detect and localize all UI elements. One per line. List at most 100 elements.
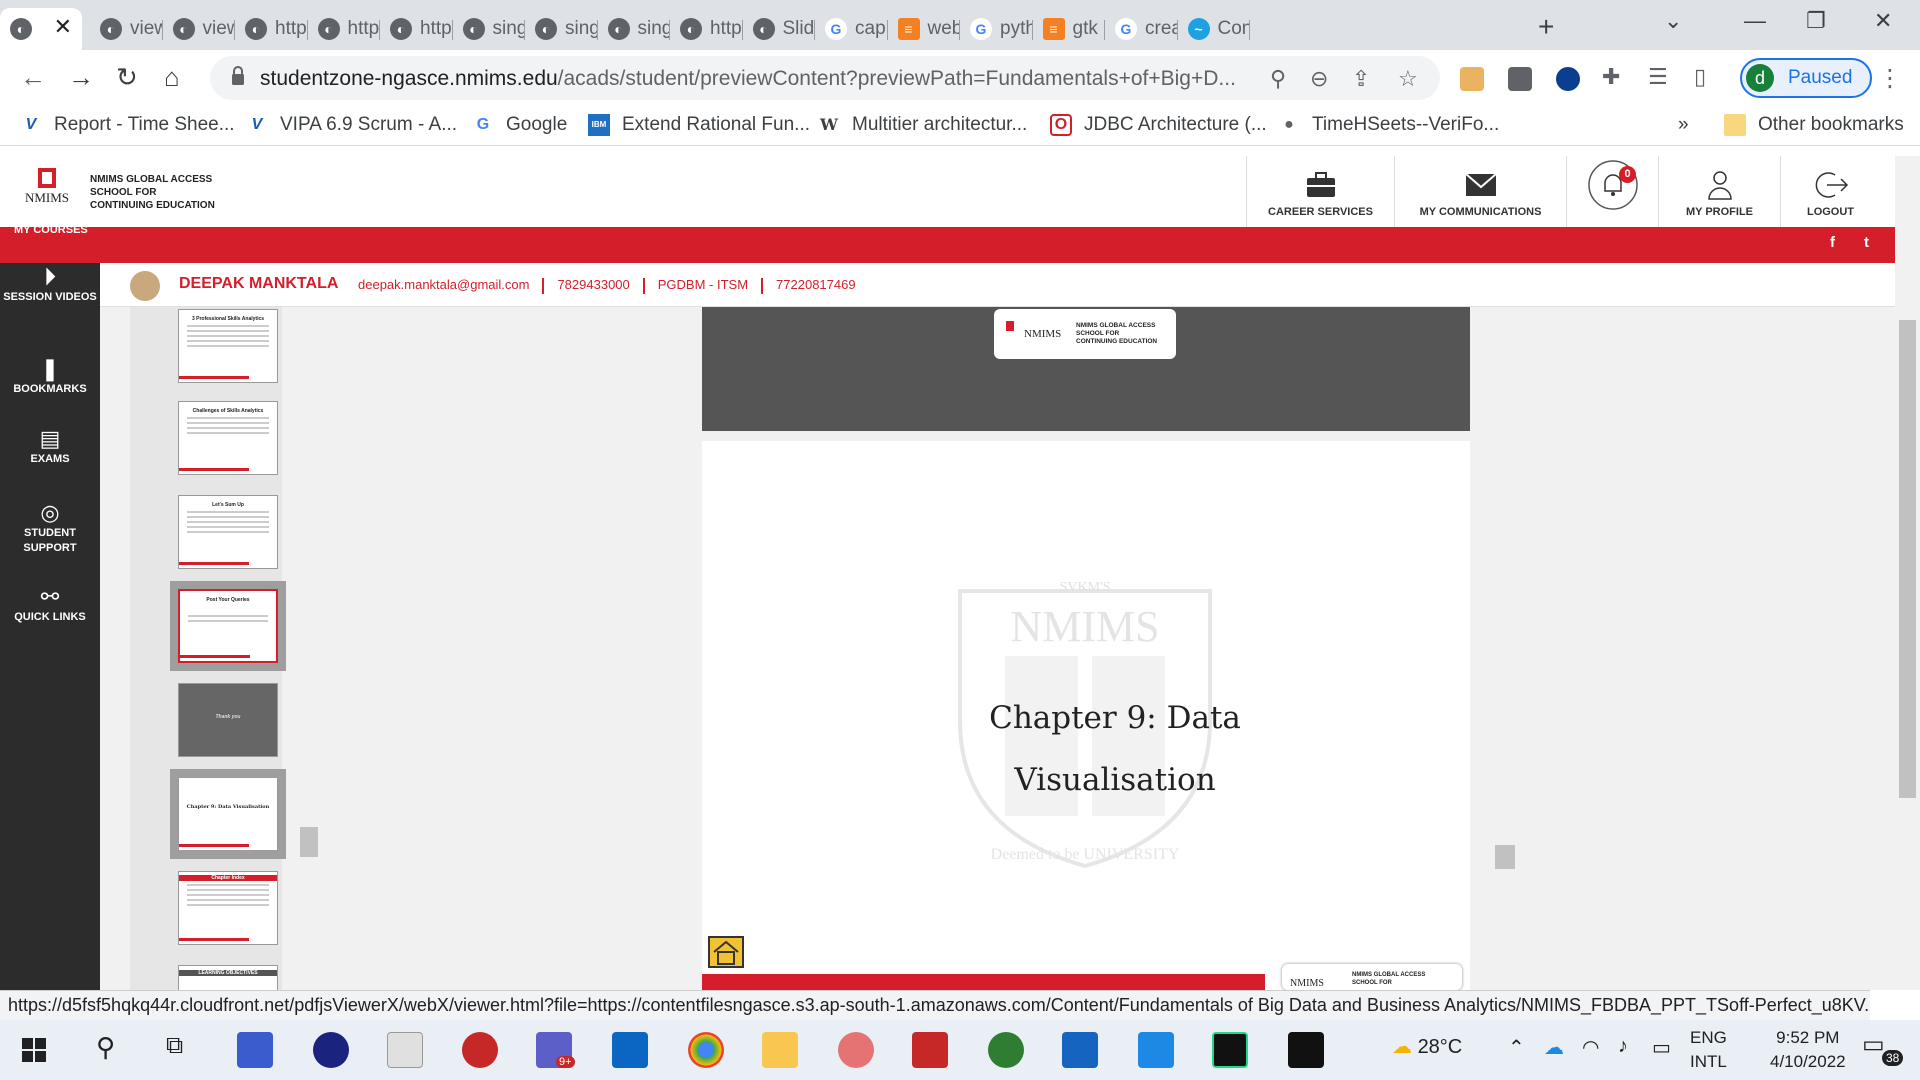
app-icon[interactable] <box>313 1032 349 1068</box>
browser-tab[interactable]: ~ Con <box>1178 8 1250 50</box>
sidebar-item-quick-links[interactable]: ⚯ QUICK LINKS <box>0 586 100 625</box>
language-indicator[interactable]: ENG INTL <box>1690 1026 1727 1074</box>
slide-thumbnail[interactable]: 3 Professional Skills Analytics <box>178 309 278 383</box>
browser-tab[interactable]: ≡ gtk <box>1033 8 1105 50</box>
chrome-icon[interactable] <box>688 1032 724 1068</box>
bookmark-item[interactable]: V Report - Time Shee... <box>20 114 235 136</box>
file-explorer-icon[interactable] <box>762 1032 798 1068</box>
bookmark-item[interactable]: G Google <box>472 114 568 136</box>
sidebar-item-bookmarks[interactable]: ❚ BOOKMARKS <box>0 358 100 397</box>
tab-search-icon[interactable]: ⌄ <box>1664 8 1682 34</box>
bookmark-star-icon[interactable]: ☆ <box>1398 66 1418 92</box>
browser-tab[interactable]: ◐ sing <box>598 8 670 50</box>
terminal-icon[interactable] <box>1288 1032 1324 1068</box>
viewer-scrollbar[interactable] <box>1495 845 1515 869</box>
slide-thumbnail[interactable]: Chapter 9: Data Visualisation <box>170 769 286 859</box>
share-icon[interactable]: ⇪ <box>1352 66 1370 92</box>
browser-tab[interactable]: ◐ sing <box>453 8 525 50</box>
browser-tab[interactable]: Gcrea <box>1105 8 1178 50</box>
close-window-button[interactable]: ✕ <box>1874 8 1892 34</box>
slide-thumbnail[interactable]: Challenges of Skills Analytics <box>178 401 278 475</box>
windows-start-icon[interactable] <box>22 1038 46 1062</box>
browser-tab[interactable]: ◐ http <box>380 8 453 50</box>
browser-tab[interactable]: ◐ http <box>670 8 743 50</box>
clock[interactable]: 9:52 PM 4/10/2022 <box>1770 1026 1846 1074</box>
side-panel-icon[interactable]: ▯ <box>1694 64 1706 90</box>
task-view-icon[interactable]: ⧉ <box>166 1032 183 1060</box>
other-bookmarks-folder[interactable]: Other bookmarks <box>1724 114 1904 136</box>
zoom-icon[interactable]: ⊖ <box>1310 66 1328 92</box>
twitter-icon[interactable]: t <box>1864 234 1869 251</box>
page-scrollbar-thumb[interactable] <box>1899 320 1916 798</box>
bookmark-item[interactable]: ● TimeHSeets--VeriFo... <box>1278 114 1499 136</box>
onedrive-icon[interactable]: ☁ <box>1544 1035 1564 1060</box>
wifi-icon[interactable]: ◠ <box>1582 1035 1599 1060</box>
media-control-icon[interactable]: ☰ <box>1648 64 1668 90</box>
extension-icon[interactable] <box>1556 67 1580 91</box>
nav-my-communications[interactable]: MY COMMUNICATIONS <box>1394 156 1566 227</box>
notification-center-icon[interactable]: ▭ <box>1862 1030 1885 1059</box>
sidebar-item-exams[interactable]: ▤ EXAMS <box>0 428 100 467</box>
globe-app-icon[interactable] <box>988 1032 1024 1068</box>
nav-my-profile[interactable]: MY PROFILE <box>1658 156 1780 227</box>
nav-career-services[interactable]: CAREER SERVICES <box>1246 156 1394 227</box>
extensions-puzzle-icon[interactable]: ✚ <box>1602 64 1620 90</box>
thumbnail-pane[interactable]: 3 Professional Skills Analytics Challeng… <box>130 307 286 1039</box>
restore-button[interactable]: ❐ <box>1806 8 1826 34</box>
new-tab-button[interactable]: + <box>1538 11 1554 43</box>
browser-tab[interactable]: ≡ web <box>888 8 960 50</box>
back-button[interactable]: ← <box>20 62 46 93</box>
home-icon[interactable] <box>708 936 744 968</box>
location-icon[interactable]: ⚲ <box>1270 66 1286 92</box>
browser-tab[interactable]: ◐ http <box>235 8 308 50</box>
nav-logout[interactable]: LOGOUT <box>1780 156 1880 227</box>
profile-button[interactable]: d Paused <box>1740 58 1872 98</box>
extension-icon[interactable] <box>1460 67 1484 91</box>
battery-icon[interactable]: ▭ <box>1652 1035 1671 1060</box>
browser-tab[interactable]: ◐ view <box>163 8 235 50</box>
slide-thumbnail[interactable]: Chapter Index <box>178 871 278 945</box>
bookmark-item[interactable]: W Multitier architectur... <box>818 114 1027 136</box>
sidebar-item-student-support[interactable]: ◎ STUDENT SUPPORT <box>0 502 100 556</box>
my-courses-link[interactable]: MY COURSES <box>14 224 88 236</box>
tab-active[interactable]: ◐ ✕ <box>0 8 82 50</box>
calculator-icon[interactable] <box>387 1032 423 1068</box>
bookmark-item[interactable]: IBM Extend Rational Fun... <box>588 114 810 136</box>
page-scrollbar[interactable] <box>1895 156 1920 990</box>
extension-icon[interactable] <box>1508 67 1532 91</box>
nav-notifications[interactable]: 0 <box>1566 156 1658 227</box>
browser-tab[interactable]: ◐ Slid <box>743 8 815 50</box>
slide-thumbnail[interactable]: Post Your Queries <box>170 581 286 671</box>
slide-thumbnail[interactable]: Let's Sum Up <box>178 495 278 569</box>
close-tab-icon[interactable]: ✕ <box>54 14 72 40</box>
bookmark-item[interactable]: O JDBC Architecture (... <box>1050 114 1267 136</box>
acrobat-icon[interactable] <box>912 1032 948 1068</box>
pycharm-icon[interactable] <box>1212 1032 1248 1068</box>
home-button[interactable]: ⌂ <box>164 62 180 93</box>
app-icon[interactable] <box>462 1032 498 1068</box>
browser-tab[interactable]: ◐ http <box>308 8 380 50</box>
weather-widget[interactable]: ☁ 28°C <box>1392 1034 1462 1059</box>
app-icon[interactable] <box>838 1032 874 1068</box>
bookmarks-overflow-button[interactable]: » <box>1678 114 1689 136</box>
minimize-button[interactable]: — <box>1744 8 1766 34</box>
word-icon[interactable] <box>1062 1032 1098 1068</box>
address-bar[interactable]: studentzone-ngasce.nmims.edu/acads/stude… <box>210 56 1440 100</box>
outlook-icon[interactable] <box>612 1032 648 1068</box>
app-icon[interactable] <box>237 1032 273 1068</box>
browser-tab[interactable]: Gpyth <box>960 8 1033 50</box>
thumbnail-scrollbar[interactable] <box>300 827 318 857</box>
browser-tab[interactable]: Gcap <box>815 8 888 50</box>
forward-button[interactable]: → <box>68 62 94 93</box>
reload-button[interactable]: ↻ <box>116 62 138 93</box>
photos-icon[interactable] <box>1138 1032 1174 1068</box>
nmims-logo[interactable]: NMIMS <box>20 166 75 218</box>
browser-menu-icon[interactable]: ⋮ <box>1878 64 1902 93</box>
browser-tab[interactable]: ◐ sing <box>525 8 598 50</box>
search-icon[interactable]: ⚲ <box>96 1032 115 1063</box>
bookmark-item[interactable]: V VIPA 6.9 Scrum - A... <box>246 114 457 136</box>
browser-tab[interactable]: ◐ view <box>90 8 163 50</box>
sidebar-item-session-videos[interactable]: ⏵ SESSION VIDEOS <box>0 266 100 305</box>
slide-thumbnail[interactable]: Thank you <box>178 683 278 757</box>
tray-overflow-icon[interactable]: ⌃ <box>1508 1035 1525 1060</box>
